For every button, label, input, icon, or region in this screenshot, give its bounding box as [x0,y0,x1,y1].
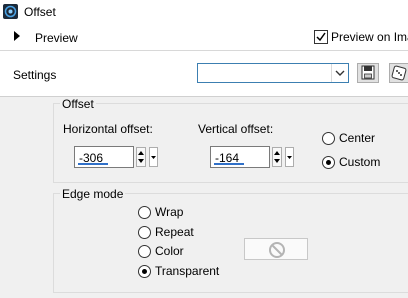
repeat-radio[interactable] [138,226,151,239]
center-radio-label[interactable]: Center [339,131,375,145]
preview-toggle-label[interactable]: Preview [35,31,78,45]
title-bar [0,0,408,24]
color-radio[interactable] [138,245,151,258]
vertical-offset-label: Vertical offset: [198,122,274,136]
horizontal-offset-label: Horizontal offset: [63,122,153,136]
window-title: Offset [24,5,56,19]
expand-arrow-icon[interactable] [14,31,20,41]
center-radio[interactable] [322,132,335,145]
custom-radio-label[interactable]: Custom [339,155,380,169]
color-radio-label[interactable]: Color [155,244,184,258]
edge-color-swatch[interactable] [244,238,308,260]
edge-mode-group [53,193,408,293]
wrap-radio-label[interactable]: Wrap [155,205,183,219]
preview-on-image-label[interactable]: Preview on Image [331,30,408,44]
preset-dropdown[interactable] [197,63,349,83]
edge-mode-group-title: Edge mode [60,187,126,201]
randomize-button[interactable] [389,63,408,83]
dice-icon [391,65,407,81]
horizontal-offset-stepper[interactable] [136,147,146,167]
app-icon [3,4,18,19]
floppy-disk-icon [361,65,375,80]
preview-on-image-checkbox[interactable] [314,30,328,44]
save-preset-button[interactable] [357,63,379,83]
wrap-radio[interactable] [138,206,151,219]
repeat-radio-label[interactable]: Repeat [155,225,194,239]
vertical-offset-dropdown[interactable] [285,147,294,167]
transparent-radio-label[interactable]: Transparent [155,264,219,278]
vertical-offset-input[interactable]: -164 [210,146,270,168]
offset-group-title: Offset [60,97,96,111]
settings-label: Settings [13,68,57,82]
no-color-icon [269,242,285,258]
vertical-offset-stepper[interactable] [272,147,282,167]
horizontal-offset-input[interactable]: -306 [74,146,134,168]
chevron-down-icon[interactable] [331,64,348,82]
custom-radio[interactable] [322,156,335,169]
focus-underline [214,163,244,165]
horizontal-offset-dropdown[interactable] [149,147,158,167]
focus-underline [78,163,108,165]
transparent-radio[interactable] [138,265,151,278]
